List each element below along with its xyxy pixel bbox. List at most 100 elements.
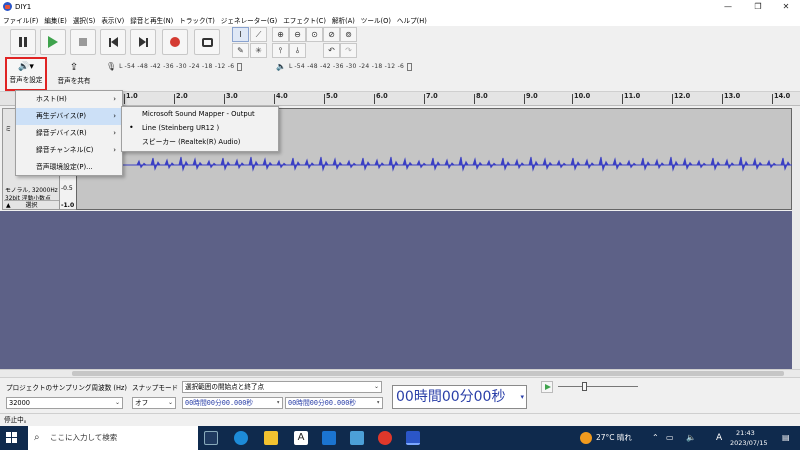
- track-name[interactable]: ミ: [5, 123, 12, 133]
- redo-button[interactable]: ↷: [340, 43, 357, 58]
- waveform-peak: [598, 156, 609, 172]
- device-option[interactable]: Microsoft Sound Mapper - Output: [122, 107, 278, 121]
- time-display[interactable]: 00時間00分00秒 ▾: [392, 385, 527, 409]
- play-button[interactable]: [40, 29, 66, 55]
- clock-date[interactable]: 2023/07/15: [730, 439, 767, 447]
- menu-select[interactable]: 選択(S): [73, 15, 96, 25]
- taskbar-search[interactable]: ⌕ ここに入力して検索: [28, 426, 198, 450]
- menu-item-audio-settings[interactable]: 音声環境設定(P)...: [16, 159, 122, 176]
- menu-effect[interactable]: エフェクト(C): [283, 15, 326, 25]
- fit-project-icon: ⊘: [328, 30, 335, 39]
- selection-start-time[interactable]: 00時間00分00.000秒 ▾: [182, 397, 283, 409]
- loop-button[interactable]: [194, 29, 220, 55]
- fit-project-button[interactable]: ⊘: [323, 27, 340, 42]
- waveform-peak: [514, 158, 525, 170]
- windows-start-icon[interactable]: [6, 432, 18, 444]
- chevron-down-icon: ▾: [520, 393, 524, 401]
- draw-tool[interactable]: ✎: [232, 43, 249, 58]
- play-icon: [48, 36, 58, 48]
- snap-mode-select[interactable]: オフ ⌄: [132, 397, 176, 409]
- stop-button[interactable]: [70, 29, 96, 55]
- menu-file[interactable]: ファイル(F): [3, 15, 38, 25]
- device-option-selected[interactable]: • Line (Steinberg UR12 ): [122, 121, 278, 135]
- playback-meter[interactable]: 🔈 L -54 -48 -42 -36 -30 -24 -18 -12 -6: [276, 61, 413, 72]
- waveform-peak: [220, 157, 231, 171]
- menu-tools[interactable]: ツール(O): [361, 15, 391, 25]
- mail-icon[interactable]: [322, 431, 336, 445]
- undo-button[interactable]: ↶: [323, 43, 340, 58]
- tray-chevron-icon[interactable]: ⌃: [652, 426, 659, 450]
- taskbar-search-placeholder: ここに入力して検索: [50, 433, 118, 442]
- chrome-icon[interactable]: [378, 431, 392, 445]
- vertical-scrollbar[interactable]: [792, 106, 800, 369]
- menu-generate[interactable]: ジェネレーター(G): [221, 15, 277, 25]
- playback-meter-slider[interactable]: [407, 62, 413, 71]
- trim-button[interactable]: ⫯: [272, 43, 289, 58]
- store-icon[interactable]: A: [294, 431, 308, 445]
- menu-item-recording-channels[interactable]: 録音チャンネル(C) ›: [16, 142, 122, 159]
- selection-tool[interactable]: I: [232, 27, 249, 42]
- menu-item-playback-device[interactable]: 再生デバイス(P) ›: [16, 108, 122, 125]
- volume-icon[interactable]: 🔈: [686, 426, 696, 450]
- collapse-icon: ▲: [6, 202, 11, 209]
- share-audio-button[interactable]: ⇪ 音声を共有: [54, 60, 94, 90]
- record-meter-l: L: [119, 63, 123, 70]
- undo-icon: ↶: [328, 46, 335, 55]
- notification-icon[interactable]: ▤: [782, 426, 790, 450]
- record-meter[interactable]: 🎙 L -54 -48 -42 -36 -30 -24 -18 -12 -6: [106, 61, 243, 72]
- edge-icon[interactable]: [234, 431, 248, 445]
- selection-end-time[interactable]: 00時間00分00.000秒 ▾: [285, 397, 383, 409]
- skip-to-end-button[interactable]: [130, 29, 156, 55]
- audacity-taskbar-icon[interactable]: [406, 431, 420, 445]
- menu-item-recording-device[interactable]: 録音デバイス(R) ›: [16, 125, 122, 142]
- ime-indicator[interactable]: A: [716, 426, 722, 450]
- waveform-peak: [178, 156, 189, 172]
- skip-to-start-button[interactable]: [100, 29, 126, 55]
- restore-button[interactable]: ❐: [746, 0, 770, 13]
- menu-item-host[interactable]: ホスト(H) ›: [16, 91, 122, 108]
- weather-text[interactable]: 27°C 晴れ: [596, 426, 632, 450]
- clock-time[interactable]: 21:43: [736, 429, 755, 437]
- menu-help[interactable]: ヘルプ(H): [397, 15, 427, 25]
- fit-selection-button[interactable]: ⊙: [306, 27, 323, 42]
- minimize-button[interactable]: —: [716, 0, 740, 13]
- selection-mode-select[interactable]: 選択範囲の開始点と終了点 ⌄: [182, 381, 382, 393]
- device-option[interactable]: スピーカー (Realtek(R) Audio): [122, 135, 278, 149]
- silence-button[interactable]: ⫰: [289, 43, 306, 58]
- menu-transport[interactable]: 録音と再生(N): [130, 15, 173, 25]
- close-button[interactable]: ✕: [774, 0, 798, 13]
- task-view-icon[interactable]: [204, 431, 218, 445]
- horizontal-scroll-thumb[interactable]: [72, 371, 784, 376]
- zoom-in-button[interactable]: ⊕: [272, 27, 289, 42]
- app-icon[interactable]: [350, 431, 364, 445]
- chevron-down-icon: ⌄: [373, 383, 379, 390]
- play-at-speed-button[interactable]: [541, 381, 553, 393]
- play-speed-slider[interactable]: [558, 386, 638, 387]
- menu-edit[interactable]: 編集(E): [44, 15, 67, 25]
- project-rate-select[interactable]: 32000 ⌄: [6, 397, 123, 409]
- menu-analyze[interactable]: 解析(A): [332, 15, 355, 25]
- multi-tool[interactable]: ✳: [250, 43, 267, 58]
- record-meter-slider[interactable]: [237, 62, 243, 71]
- play-speed-thumb[interactable]: [582, 382, 587, 391]
- menu-view[interactable]: 表示(V): [101, 15, 124, 25]
- network-icon[interactable]: ▭: [666, 426, 674, 450]
- track-select-button[interactable]: ▲ 選択: [4, 200, 59, 209]
- waveform-peak: [248, 156, 259, 172]
- waveform-peak: [346, 159, 357, 169]
- waveform-peak: [780, 157, 791, 171]
- ruler-tick: 3.0: [224, 92, 238, 104]
- file-explorer-icon[interactable]: [264, 431, 278, 445]
- audio-setup-button[interactable]: 🔊▾ 音声を設定: [5, 57, 47, 91]
- zoom-toggle-button[interactable]: ⊚: [340, 27, 357, 42]
- record-button[interactable]: [162, 29, 188, 55]
- zoom-out-button[interactable]: ⊖: [289, 27, 306, 42]
- envelope-tool[interactable]: ⟋: [250, 27, 267, 42]
- ruler-tick: 12.0: [671, 92, 691, 104]
- ruler-tick: 7.0: [424, 92, 438, 104]
- pause-button[interactable]: [10, 29, 36, 55]
- empty-track-area[interactable]: [0, 211, 792, 369]
- horizontal-scrollbar[interactable]: [0, 369, 800, 377]
- waveform-peak: [276, 159, 287, 169]
- menu-tracks[interactable]: トラック(T): [179, 15, 215, 25]
